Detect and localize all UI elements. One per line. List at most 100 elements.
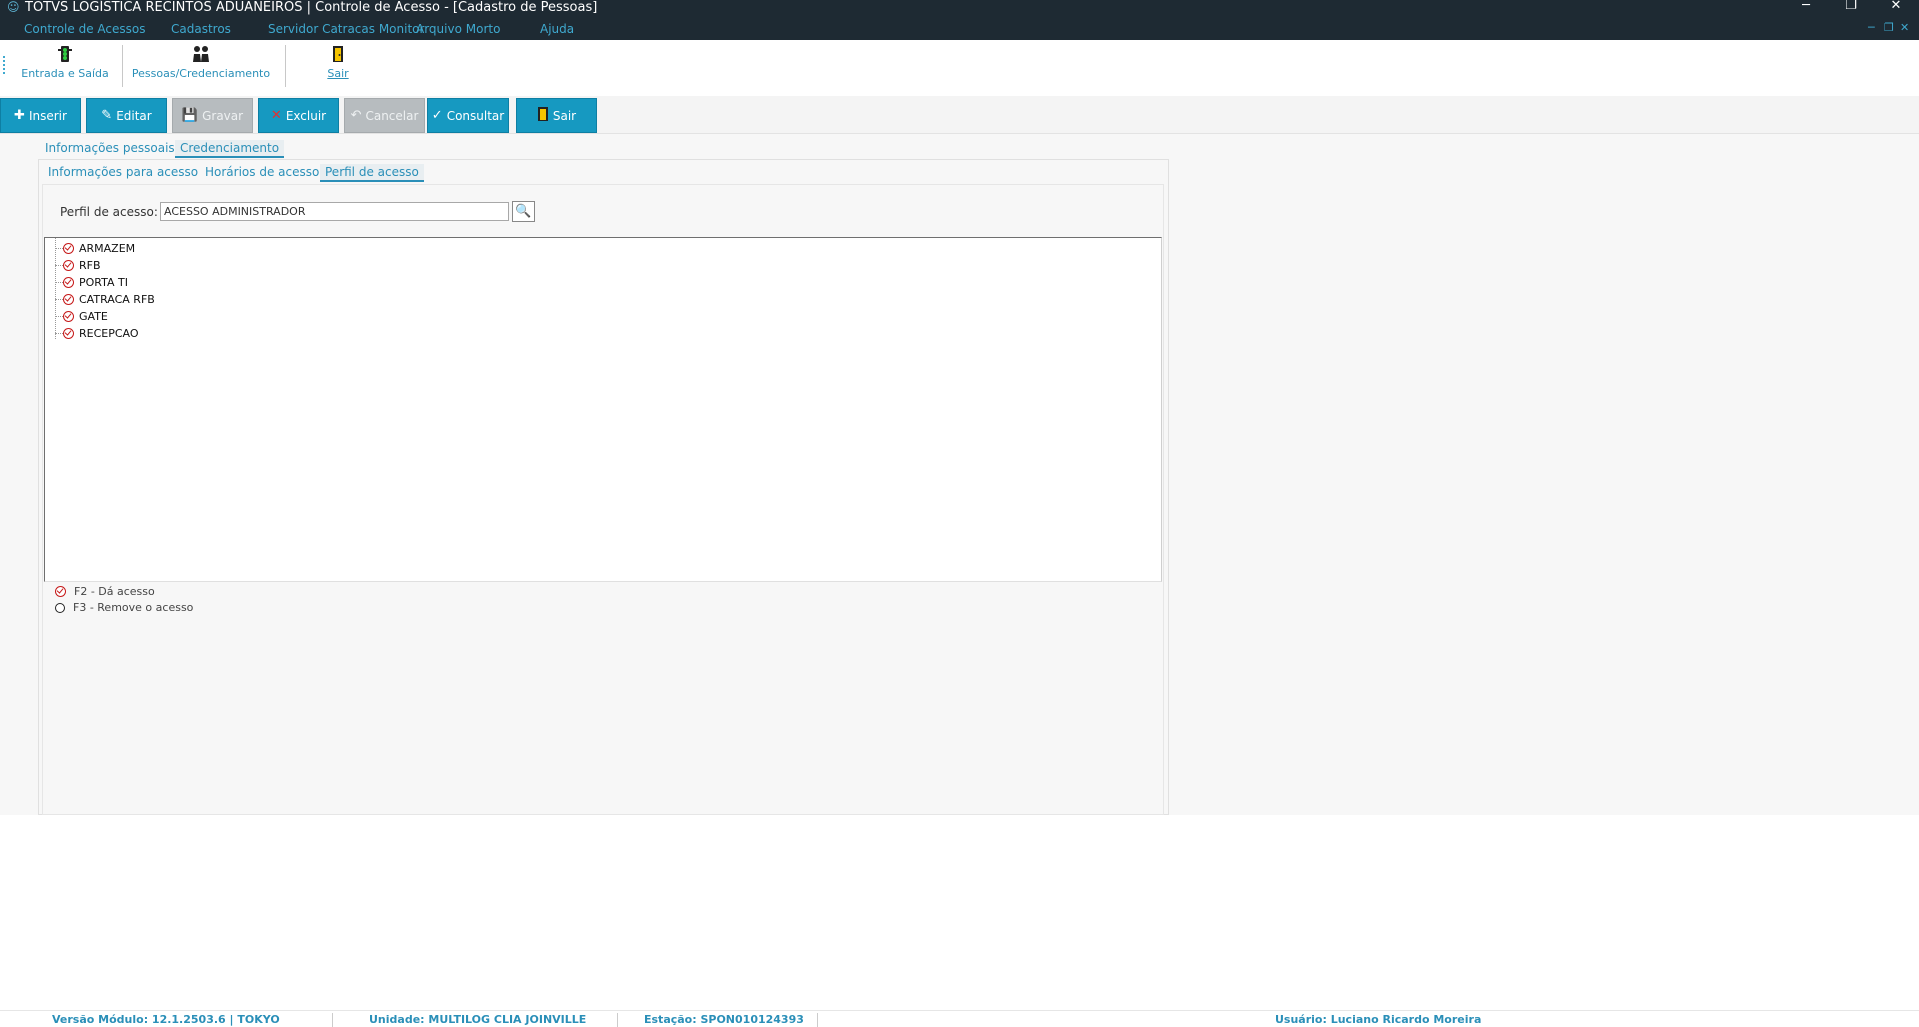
search-icon: 🔍 xyxy=(515,204,532,219)
inserir-button[interactable]: ✚ Inserir xyxy=(0,98,81,133)
insert-icon: ✚ xyxy=(14,108,25,123)
legend-grant-label: F2 - Dá acesso xyxy=(74,585,155,598)
editar-button[interactable]: ✎ Editar xyxy=(86,98,167,133)
menu-ajuda[interactable]: Ajuda xyxy=(540,22,574,36)
access-granted-icon xyxy=(63,294,74,305)
traffic-light-icon xyxy=(54,45,76,65)
perfil-label: Perfil de acesso: xyxy=(60,205,158,219)
cancelar-label: Cancelar xyxy=(365,108,419,123)
main-area: Informações pessoais Credenciamento Info… xyxy=(0,134,1919,815)
tree-item[interactable]: GATE xyxy=(55,308,108,325)
save-icon: 💾 xyxy=(181,108,199,123)
ribbon-sair-label: Sair xyxy=(327,67,349,80)
inserir-label: Inserir xyxy=(28,108,67,123)
ribbon-pessoas-credenciamento[interactable]: Pessoas/Credenciamento xyxy=(130,45,272,93)
title-bar: ☺ TOTVS LOGÍSTICA RECINTOS ADUANEIROS | … xyxy=(0,0,1919,40)
status-divider xyxy=(617,1013,618,1027)
access-tree[interactable]: ARMAZEM RFB PORTA TI CATRACA RFB GATE RE… xyxy=(44,237,1162,582)
access-granted-icon xyxy=(63,277,74,288)
action-bar: ✚ Inserir ✎ Editar 💾 Gravar ✕ Excluir ↶ … xyxy=(0,96,1919,134)
access-granted-icon xyxy=(63,328,74,339)
tree-item[interactable]: CATRACA RFB xyxy=(55,291,155,308)
legend-remove-label: F3 - Remove o acesso xyxy=(73,601,194,614)
access-granted-icon xyxy=(63,243,74,254)
access-granted-icon xyxy=(63,260,74,271)
tree-branch xyxy=(55,299,63,300)
access-granted-icon xyxy=(55,586,66,597)
status-bar: Versão Módulo: 12.1.2503.6 | TOKYO Unida… xyxy=(0,1010,1919,1027)
tab-credenciamento[interactable]: Credenciamento xyxy=(175,140,285,158)
gravar-label: Gravar xyxy=(202,108,244,123)
tree-item-label: ARMAZEM xyxy=(79,242,136,255)
tree-item[interactable]: RFB xyxy=(55,257,101,274)
tab-informacoes-pessoais[interactable]: Informações pessoais xyxy=(40,140,180,158)
exit-door-icon xyxy=(537,106,549,125)
people-icon xyxy=(190,45,212,65)
tree-item-label: CATRACA RFB xyxy=(79,293,155,306)
tree-branch xyxy=(55,316,63,317)
delete-icon: ✕ xyxy=(270,108,282,123)
undo-icon: ↶ xyxy=(350,108,362,123)
perfil-input[interactable] xyxy=(160,202,509,221)
tree-item[interactable]: PORTA TI xyxy=(55,274,128,291)
tree-branch xyxy=(55,333,63,334)
tree-item[interactable]: RECEPCAO xyxy=(55,325,139,342)
status-unit: Unidade: MULTILOG CLIA JOINVILLE xyxy=(369,1013,587,1026)
tab-horarios-de-acesso[interactable]: Horários de acesso xyxy=(200,164,324,182)
status-station: Estação: SPON010124393 xyxy=(644,1013,804,1026)
tree-branch xyxy=(55,265,63,266)
mdi-minimize-button[interactable]: ─ xyxy=(1868,21,1875,34)
status-divider xyxy=(332,1013,333,1027)
search-perfil-button[interactable]: 🔍 xyxy=(512,201,535,222)
mdi-restore-button[interactable]: ❐ xyxy=(1884,21,1894,34)
cancelar-button[interactable]: ↶ Cancelar xyxy=(344,98,425,133)
tab-perfil-de-acesso[interactable]: Perfil de acesso xyxy=(320,164,424,182)
legend-grant: F2 - Dá acesso xyxy=(55,585,155,598)
restore-button[interactable]: ❐ xyxy=(1836,0,1866,14)
user-icon: ☺ xyxy=(7,0,20,14)
window-title: TOTVS LOGÍSTICA RECINTOS ADUANEIROS | Co… xyxy=(25,0,598,15)
excluir-label: Excluir xyxy=(285,108,327,123)
minimize-button[interactable]: ─ xyxy=(1791,0,1821,14)
menu-cadastros[interactable]: Cadastros xyxy=(171,22,231,36)
editar-label: Editar xyxy=(116,108,152,123)
status-user: Usuário: Luciano Ricardo Moreira xyxy=(1275,1013,1482,1026)
tree-item-label: RECEPCAO xyxy=(79,327,139,340)
ribbon-entrada-saida-label: Entrada e Saída xyxy=(21,67,109,80)
sair-label: Sair xyxy=(552,108,577,123)
ribbon-divider xyxy=(122,45,123,87)
consultar-label: Consultar xyxy=(446,108,505,123)
mdi-close-button[interactable]: ✕ xyxy=(1900,21,1909,34)
tree-item[interactable]: ARMAZEM xyxy=(55,240,135,257)
legend-remove: F3 - Remove o acesso xyxy=(55,601,193,614)
close-button[interactable]: ✕ xyxy=(1881,0,1911,14)
tree-branch xyxy=(55,282,63,283)
tree-branch xyxy=(55,248,63,249)
status-divider xyxy=(817,1013,818,1027)
toolbar-grip[interactable] xyxy=(3,56,5,74)
gravar-button[interactable]: 💾 Gravar xyxy=(172,98,253,133)
tab-informacoes-para-acesso[interactable]: Informações para acesso xyxy=(43,164,203,182)
excluir-button[interactable]: ✕ Excluir xyxy=(258,98,339,133)
ribbon-toolbar: Entrada e Saída Pessoas/Credenciamento S… xyxy=(0,40,1919,96)
exit-door-icon xyxy=(327,45,349,65)
ribbon-divider xyxy=(285,45,286,87)
query-icon: ✓ xyxy=(431,108,443,123)
tree-item-label: RFB xyxy=(79,259,101,272)
ribbon-entrada-saida[interactable]: Entrada e Saída xyxy=(16,45,114,93)
edit-icon: ✎ xyxy=(101,108,113,123)
menu-controle-de-acessos[interactable]: Controle de Acessos xyxy=(24,22,145,36)
tree-item-label: PORTA TI xyxy=(79,276,128,289)
consultar-button[interactable]: ✓ Consultar xyxy=(427,98,509,133)
ribbon-pessoas-label: Pessoas/Credenciamento xyxy=(131,67,271,80)
sair-button[interactable]: Sair xyxy=(516,98,597,133)
ribbon-sair[interactable]: Sair xyxy=(316,45,360,93)
access-removed-icon xyxy=(55,602,65,613)
title-row: ☺ TOTVS LOGÍSTICA RECINTOS ADUANEIROS | … xyxy=(0,0,1919,16)
status-version: Versão Módulo: 12.1.2503.6 | TOKYO xyxy=(52,1013,280,1026)
menu-servidor-catracas-monitor[interactable]: Servidor Catracas Monitor xyxy=(268,22,424,36)
access-granted-icon xyxy=(63,311,74,322)
tree-item-label: GATE xyxy=(79,310,108,323)
menu-bar: Controle de Acessos Cadastros Servidor C… xyxy=(0,20,1919,38)
menu-arquivo-morto[interactable]: Arquivo Morto xyxy=(416,22,500,36)
